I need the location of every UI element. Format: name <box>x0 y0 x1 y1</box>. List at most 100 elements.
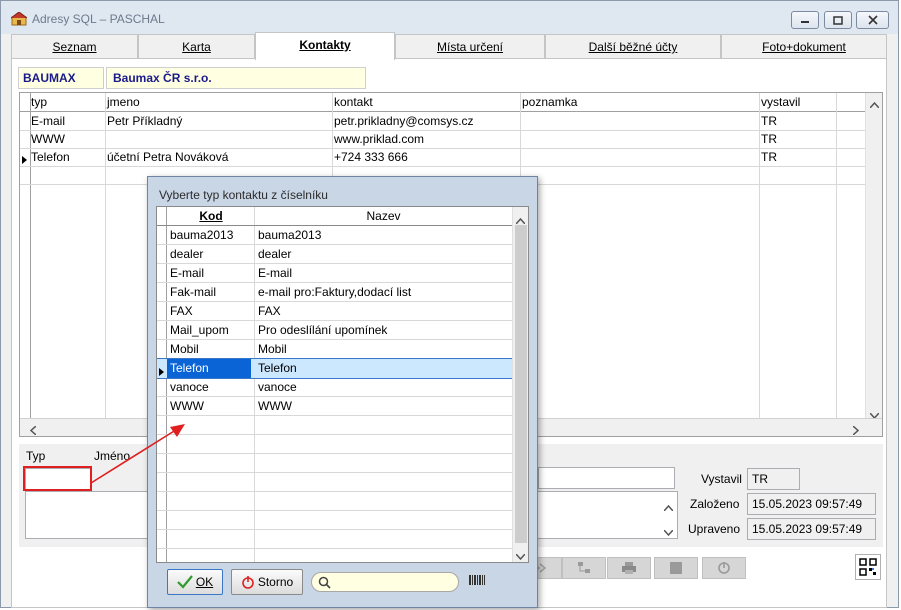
print-icon <box>622 562 636 574</box>
col-header-kod[interactable]: Kod <box>168 207 254 225</box>
scroll-left-icon[interactable] <box>29 424 37 436</box>
cell-kontakt: +724 333 666 <box>334 150 408 164</box>
power-icon <box>242 576 254 589</box>
tab-kontakty[interactable]: Kontakty <box>255 32 395 60</box>
cell-nazev: e-mail pro:Faktury,dodací list <box>258 285 412 299</box>
cell-poznamka <box>519 148 758 166</box>
qr-code-icon <box>859 558 877 576</box>
col-header-vystavil[interactable]: vystavil <box>758 93 835 111</box>
cell-poznamka <box>519 112 758 130</box>
dialog-scroll-down-icon[interactable] <box>515 549 526 562</box>
tab-dalsi-bezne-ucty[interactable]: Další běžné účty <box>545 34 721 59</box>
memo-scroll-down-icon[interactable] <box>663 525 674 539</box>
close-icon <box>867 15 878 25</box>
toolbar-button-print[interactable] <box>607 557 651 579</box>
storno-button-label: Storno <box>257 575 294 589</box>
cell-kod: vanoce <box>170 380 209 394</box>
tab-dalsi-bezne-ucty-label: Další běžné účty <box>588 40 678 54</box>
list-item[interactable]: Telefon Telefon <box>157 358 513 379</box>
upraveno-label: Upraveno <box>688 522 741 536</box>
list-item[interactable]: E-mail E-mail <box>157 264 512 283</box>
vystavil-label: Vystavil <box>701 472 742 486</box>
qr-button[interactable] <box>855 554 881 580</box>
cell-vystavil: TR <box>761 114 777 128</box>
search-icon <box>318 576 331 589</box>
app-icon <box>10 11 28 26</box>
tree-icon <box>578 562 590 573</box>
memo-scroll-up-icon[interactable] <box>663 500 674 514</box>
cell-typ: Telefon <box>31 150 70 164</box>
cell-kontakt: petr.prikladny@comsys.cz <box>334 114 474 128</box>
list-item[interactable]: FAX FAX <box>157 302 512 321</box>
tab-foto-dokument[interactable]: Foto+dokument <box>721 34 887 59</box>
cell-nazev: Telefon <box>258 361 297 375</box>
cell-nazev: bauma2013 <box>258 228 322 242</box>
toolbar-button-power[interactable] <box>702 557 746 579</box>
cell-typ: WWW <box>31 132 65 146</box>
dialog-scroll-thumb[interactable] <box>515 225 527 543</box>
power-icon <box>718 562 730 574</box>
ok-button-label: OK <box>195 575 214 589</box>
col-header-poznamka[interactable]: poznamka <box>519 93 758 111</box>
cell-jmeno: účetní Petra Nováková <box>107 150 229 164</box>
col-header-nazev[interactable]: Nazev <box>255 207 512 225</box>
storno-button[interactable]: Storno <box>231 569 303 595</box>
cell-kod: Mail_upom <box>170 323 229 337</box>
cell-typ: E-mail <box>31 114 66 128</box>
cell-nazev: FAX <box>258 304 281 318</box>
annotation-arrow-icon <box>90 424 185 484</box>
cell-nazev: E-mail <box>258 266 293 280</box>
list-item[interactable]: Fak-mail e-mail pro:Faktury,dodací list <box>157 283 512 302</box>
tab-karta[interactable]: Karta <box>138 34 255 59</box>
col-header-jmeno[interactable]: jmeno <box>104 93 330 111</box>
cell-kod: Telefon <box>167 359 251 378</box>
search-input[interactable] <box>311 572 459 592</box>
list-item[interactable]: Mail_upom Pro odeslílání upomínek <box>157 321 512 340</box>
upraveno-field: 15.05.2023 09:57:49 <box>747 518 876 540</box>
list-item[interactable]: bauma2013 bauma2013 <box>157 226 512 245</box>
typ-field-highlight <box>23 466 92 491</box>
company-code: BAUMAX <box>18 67 104 89</box>
tab-seznam-label: Seznam <box>52 40 97 54</box>
maximize-button[interactable] <box>824 11 852 29</box>
toolbar-button-stop[interactable] <box>654 557 698 579</box>
stop-icon <box>670 562 682 574</box>
cell-nazev: WWW <box>258 399 292 413</box>
tab-bar: Seznam Karta Kontakty Místa určení Další… <box>11 32 887 60</box>
cell-nazev: vanoce <box>258 380 297 394</box>
vystavil-field: TR <box>747 468 800 490</box>
grid-vertical-scrollbar[interactable] <box>865 93 882 420</box>
close-button[interactable] <box>856 11 889 29</box>
minimize-button[interactable] <box>791 11 819 29</box>
barcode-icon[interactable] <box>468 574 486 589</box>
dialog-title: Vyberte typ kontaktu z číselníku <box>159 188 328 202</box>
maximize-icon <box>833 15 843 25</box>
cell-nazev: dealer <box>258 247 292 261</box>
cell-nazev: Pro odeslílání upomínek <box>258 323 388 337</box>
list-item[interactable]: dealer dealer <box>157 245 512 264</box>
tab-karta-label: Karta <box>182 40 211 54</box>
company-name: Baumax ČR s.r.o. <box>106 67 366 89</box>
cell-jmeno <box>104 130 330 148</box>
ok-button[interactable]: OK <box>167 569 223 595</box>
tab-seznam[interactable]: Seznam <box>11 34 138 59</box>
contact-type-grid: Kod Nazev bauma2013 bauma2013 dealer dealer… <box>156 206 529 563</box>
cell-jmeno: Petr Příkladný <box>107 114 183 128</box>
list-item[interactable]: Mobil Mobil <box>157 340 512 359</box>
tab-mista-urceni[interactable]: Místa určení <box>395 34 545 59</box>
cell-vystavil: TR <box>761 150 777 164</box>
zalozeno-field: 15.05.2023 09:57:49 <box>747 493 876 515</box>
list-item[interactable]: WWW WWW <box>157 397 512 416</box>
tab-kontakty-label: Kontakty <box>299 38 351 52</box>
cell-kod: bauma2013 <box>170 228 234 242</box>
cell-kod: dealer <box>170 247 204 261</box>
dialog-grid-scrollbar[interactable] <box>512 207 528 562</box>
col-header-kontakt[interactable]: kontakt <box>331 93 519 111</box>
list-item[interactable]: vanoce vanoce <box>157 378 512 397</box>
scroll-right-icon[interactable] <box>852 424 860 436</box>
toolbar-button-tree[interactable] <box>562 557 606 579</box>
scroll-up-icon[interactable] <box>869 97 880 111</box>
jmeno-field[interactable] <box>538 467 675 489</box>
col-header-typ[interactable]: typ <box>28 93 105 111</box>
cell-kontakt: www.priklad.com <box>334 132 425 146</box>
